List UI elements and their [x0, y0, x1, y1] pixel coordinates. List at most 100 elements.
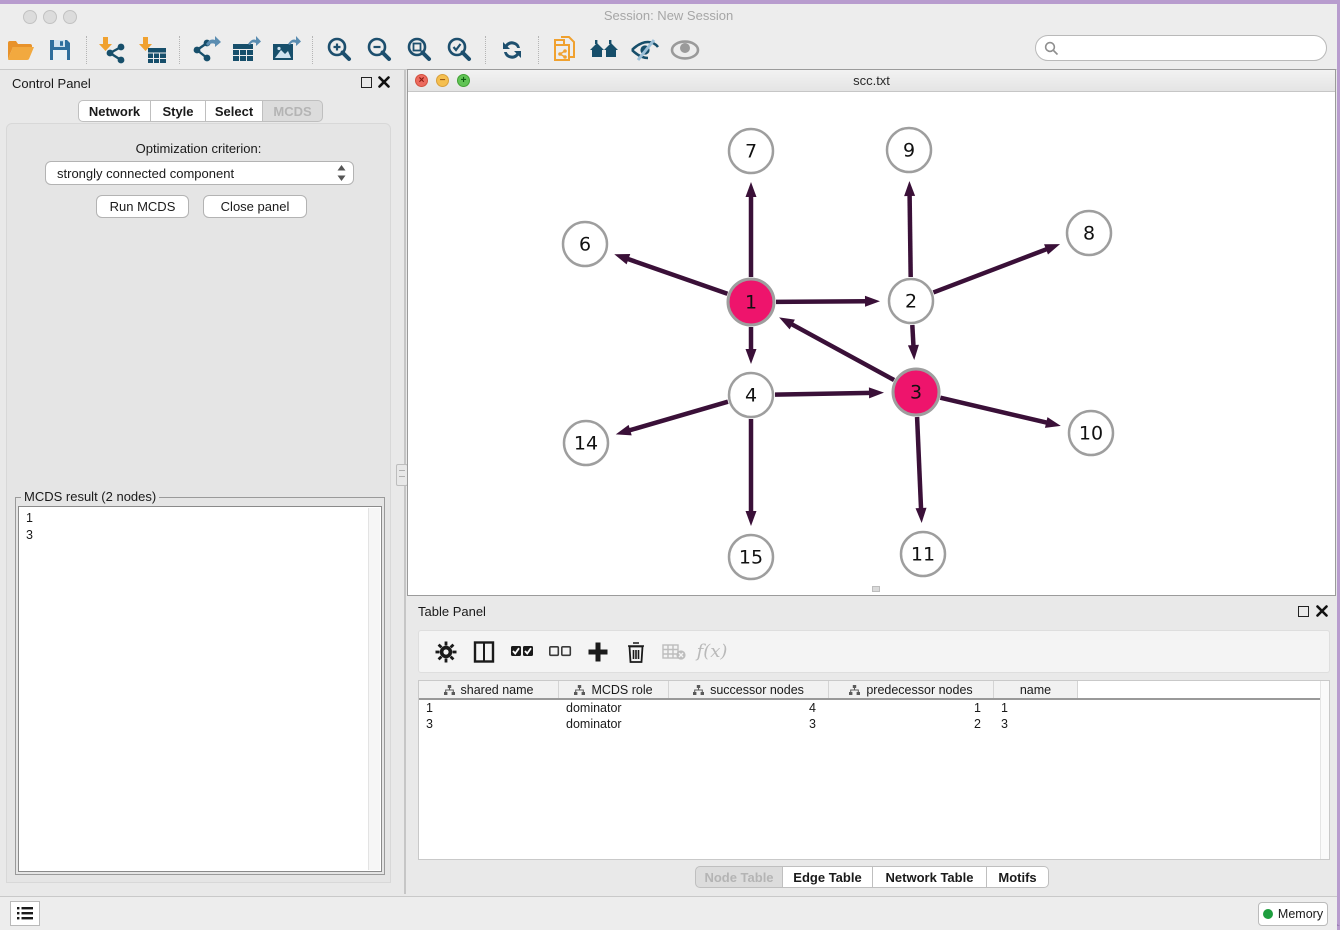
table-cell[interactable]: 3 — [419, 716, 559, 732]
select-all-icon[interactable] — [509, 639, 535, 665]
add-column-icon[interactable] — [585, 639, 611, 665]
zoom-selected-icon[interactable] — [439, 33, 479, 67]
export-network-icon[interactable] — [186, 33, 226, 67]
mcds-panel: Optimization criterion: strongly connect… — [6, 123, 391, 883]
graph-edge-3-11[interactable] — [917, 417, 921, 510]
table-header-row: shared nameMCDS role successor nodes prede… — [419, 681, 1329, 700]
table-cell[interactable]: 4 — [669, 700, 829, 716]
column-header-name[interactable]: name — [994, 681, 1078, 698]
refresh-icon[interactable] — [492, 33, 532, 67]
table-panel-title: Table Panel — [418, 604, 486, 619]
column-header-MCDS-role[interactable]: MCDS role — [559, 681, 669, 698]
network-window-titlebar[interactable]: × − + scc.txt — [408, 70, 1335, 92]
graph-edge-arrow — [908, 345, 919, 360]
tab-style[interactable]: Style — [151, 100, 206, 122]
close-panel-button[interactable]: Close panel — [203, 195, 307, 218]
column-header-predecessor-nodes[interactable]: predecessor nodes — [829, 681, 994, 698]
graph-edge-1-2[interactable] — [776, 301, 867, 302]
tab-motifs[interactable]: Motifs — [987, 866, 1049, 888]
toolbar-separator — [312, 36, 313, 64]
table-cell[interactable]: 2 — [829, 716, 994, 732]
export-table-icon[interactable] — [226, 33, 266, 67]
tab-network-table[interactable]: Network Table — [873, 866, 987, 888]
graph-edge-4-3[interactable] — [775, 393, 871, 395]
delete-table-icon — [661, 639, 687, 665]
session-title: Session: New Session — [0, 8, 1337, 23]
table-cell[interactable]: dominator — [559, 700, 669, 716]
toolbar-separator — [485, 36, 486, 64]
result-scrollbar[interactable] — [368, 508, 380, 870]
optimization-criterion-label: Optimization criterion: — [7, 141, 390, 156]
table-cell[interactable]: 3 — [669, 716, 829, 732]
graph-edge-arrow — [616, 425, 632, 436]
table-cell[interactable]: dominator — [559, 716, 669, 732]
save-session-icon[interactable] — [40, 33, 80, 67]
network-resize-grip[interactable] — [872, 586, 880, 592]
delete-column-icon[interactable] — [623, 639, 649, 665]
table-row[interactable]: 3dominator323 — [419, 716, 1329, 732]
search-icon — [1044, 41, 1059, 56]
run-mcds-button[interactable]: Run MCDS — [96, 195, 189, 218]
float-panel-icon[interactable] — [361, 77, 372, 88]
criterion-selected-value: strongly connected component — [57, 166, 336, 181]
table-cell[interactable]: 3 — [994, 716, 1078, 732]
column-header-successor-nodes[interactable]: successor nodes — [669, 681, 829, 698]
search-field[interactable] — [1035, 35, 1327, 61]
graph-edge-1-6[interactable] — [627, 259, 728, 294]
import-network-icon[interactable] — [93, 33, 133, 67]
table-scrollbar[interactable] — [1320, 681, 1329, 859]
duplicate-network-icon[interactable] — [545, 33, 585, 67]
column-visibility-icon[interactable] — [471, 639, 497, 665]
table-cell[interactable]: 1 — [419, 700, 559, 716]
memory-button[interactable]: Memory — [1258, 902, 1328, 926]
tab-node-table[interactable]: Node Table — [695, 866, 783, 888]
table-row[interactable]: 1dominator411 — [419, 700, 1329, 716]
table-panel: Table Panel — [407, 599, 1336, 894]
table-cell[interactable]: 1 — [994, 700, 1078, 716]
network-canvas[interactable]: 7968124314101511 — [408, 92, 1335, 595]
graph-node-label: 6 — [579, 234, 591, 256]
graph-edge-3-1[interactable] — [791, 324, 895, 380]
export-image-icon[interactable] — [266, 33, 306, 67]
settings-gear-icon[interactable] — [433, 639, 459, 665]
attribute-type-icon — [693, 685, 704, 695]
graph-node-label: 2 — [905, 291, 917, 313]
search-input[interactable] — [1063, 38, 1326, 58]
zoom-fit-icon[interactable] — [399, 33, 439, 67]
tab-edge-table[interactable]: Edge Table — [783, 866, 873, 888]
graph-edge-arrow — [1044, 244, 1060, 254]
graph-edge-3-10[interactable] — [940, 398, 1048, 423]
close-table-panel-icon[interactable] — [1316, 605, 1328, 617]
graph-edge-2-8[interactable] — [933, 249, 1047, 293]
application-window: Session: New Session — [0, 0, 1340, 926]
graph-edge-arrow — [746, 349, 757, 364]
column-label: successor nodes — [710, 683, 804, 697]
table-tabs: Node Table Edge Table Network Table Moti… — [695, 866, 1049, 891]
tab-network[interactable]: Network — [78, 100, 151, 122]
attribute-type-icon — [444, 685, 455, 695]
hide-selected-icon[interactable] — [625, 33, 665, 67]
task-history-button[interactable] — [10, 901, 40, 926]
zoom-out-icon[interactable] — [359, 33, 399, 67]
zoom-in-icon[interactable] — [319, 33, 359, 67]
show-all-icon[interactable] — [585, 33, 625, 67]
function-builder-icon: f(x) — [699, 639, 725, 665]
column-label: predecessor nodes — [866, 683, 972, 697]
close-panel-icon[interactable] — [378, 76, 390, 88]
graph-edge-4-14[interactable] — [628, 402, 728, 431]
float-table-panel-icon[interactable] — [1298, 606, 1309, 617]
show-hidden-icon[interactable] — [665, 33, 705, 67]
tab-mcds[interactable]: MCDS — [263, 100, 323, 122]
open-file-icon[interactable] — [0, 33, 40, 67]
deselect-all-icon[interactable] — [547, 639, 573, 665]
table-cell[interactable]: 1 — [829, 700, 994, 716]
criterion-select[interactable]: strongly connected component — [45, 161, 354, 185]
column-header-shared-name[interactable]: shared name — [419, 681, 559, 698]
graph-edge-2-9[interactable] — [910, 194, 911, 277]
graph-edge-2-3[interactable] — [912, 325, 913, 347]
import-table-icon[interactable] — [133, 33, 173, 67]
tab-select[interactable]: Select — [206, 100, 263, 122]
mcds-result-list[interactable]: 1 3 — [18, 506, 382, 872]
title-bar: Session: New Session — [0, 4, 1337, 30]
toolbar-separator — [86, 36, 87, 64]
